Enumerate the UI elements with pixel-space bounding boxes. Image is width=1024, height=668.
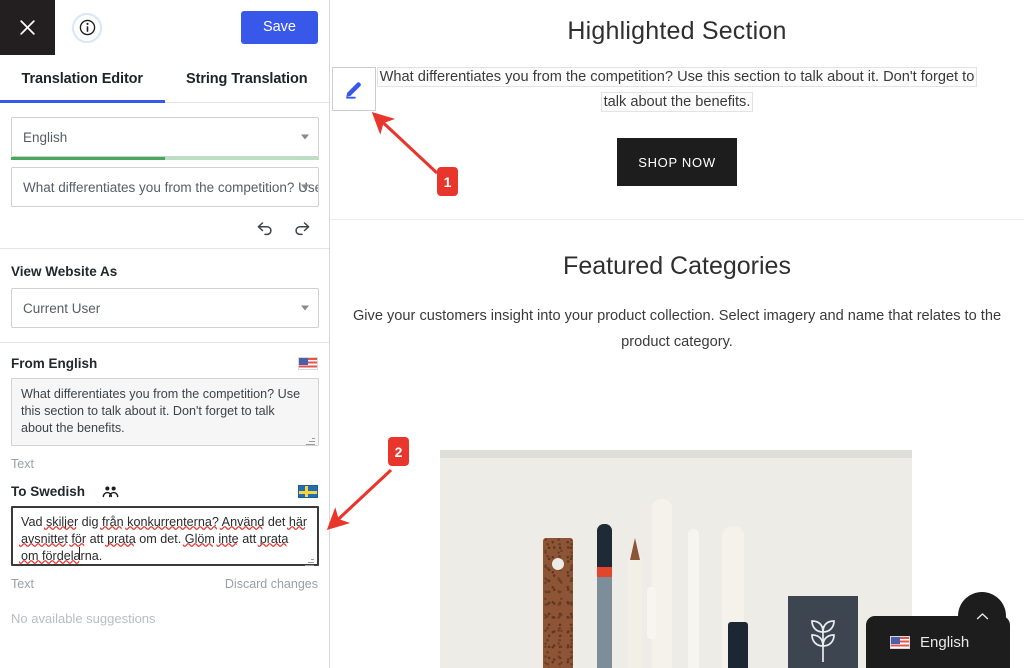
info-button[interactable] xyxy=(72,12,102,43)
source-field-type: Text xyxy=(11,457,34,471)
language-select-wrap: English xyxy=(11,117,319,160)
annotation-badge-2: 2 xyxy=(388,437,409,466)
redo-icon xyxy=(295,222,310,236)
edit-string-button[interactable] xyxy=(332,67,376,111)
photo-pen-white xyxy=(688,529,699,668)
shop-now-button[interactable]: SHOP NOW xyxy=(617,138,737,186)
undo-redo-row xyxy=(0,207,329,249)
tab-translation-editor[interactable]: Translation Editor xyxy=(0,55,165,103)
target-language-label: To Swedish xyxy=(11,484,86,499)
people-icon xyxy=(102,485,119,497)
source-textarea[interactable] xyxy=(11,378,319,446)
highlighted-body-text: What differentiates you from the competi… xyxy=(376,67,978,112)
target-field-type: Text xyxy=(11,577,34,591)
annotation-badge-1: 1 xyxy=(437,167,458,196)
translation-editor-sidebar: Save Translation Editor String Translati… xyxy=(0,0,330,668)
target-textarea[interactable] xyxy=(11,506,319,566)
photo-pen-dark xyxy=(597,524,612,668)
photo-tube-white xyxy=(647,499,672,668)
source-language-label: From English xyxy=(11,356,98,371)
photo-cork-strap xyxy=(543,538,573,668)
translation-editor-screen: Save Translation Editor String Translati… xyxy=(0,0,1024,668)
language-select[interactable]: English xyxy=(11,117,319,157)
sidebar-body: English What differentiates you from the… xyxy=(0,103,329,668)
source-text-wrap xyxy=(0,378,329,451)
selectors-block: English What differentiates you from the… xyxy=(0,103,329,207)
toolbar-middle xyxy=(55,0,241,55)
target-textarea-holder: Vad skiljer dig från konkurrenterna? Anv… xyxy=(11,506,319,571)
language-switcher-label: English xyxy=(920,633,970,651)
view-website-as-select[interactable]: Current User xyxy=(11,288,319,328)
section-divider xyxy=(330,219,1024,220)
photo-pencil xyxy=(628,554,642,668)
target-sub-row: Text Discard changes xyxy=(0,571,329,591)
view-website-as-value: Current User xyxy=(23,300,101,316)
highlighted-title: Highlighted Section xyxy=(567,17,787,45)
info-icon xyxy=(79,19,95,36)
close-button[interactable] xyxy=(0,0,55,55)
photo-brand-card xyxy=(788,596,858,668)
view-website-as-block: View Website As Current User xyxy=(0,249,329,343)
highlighted-body[interactable]: What differentiates you from the competi… xyxy=(376,65,978,115)
chevron-up-icon xyxy=(976,612,988,619)
scroll-to-top-button[interactable] xyxy=(958,592,1006,640)
chevron-down-icon xyxy=(301,184,309,190)
featured-categories-section: Featured Categories Give your customers … xyxy=(330,220,1024,355)
save-button[interactable]: Save xyxy=(240,11,318,44)
target-language-header: To Swedish xyxy=(0,471,329,506)
photo-jar-dark xyxy=(728,622,748,668)
view-website-as-label: View Website As xyxy=(11,264,118,279)
leaf-logo-icon xyxy=(811,620,835,662)
source-sub-row: Text xyxy=(0,451,329,471)
flag-us-icon xyxy=(298,357,318,370)
highlighted-section: Highlighted Section What differentiates … xyxy=(330,0,1024,220)
flag-se-icon xyxy=(298,485,318,498)
source-language-header: From English xyxy=(0,343,329,378)
featured-body: Give your customers insight into your pr… xyxy=(352,308,1002,350)
editor-tabs: Translation Editor String Translation xyxy=(0,55,329,103)
tab-string-translation[interactable]: String Translation xyxy=(165,55,330,102)
redo-button[interactable] xyxy=(292,218,312,238)
close-icon xyxy=(20,20,35,35)
pencil-icon xyxy=(346,82,361,99)
flag-us-icon xyxy=(890,635,910,649)
no-suggestions-text: No available suggestions xyxy=(11,611,156,626)
translation-progress-fill xyxy=(11,157,165,160)
editor-toolbar: Save xyxy=(0,0,329,55)
people-button[interactable] xyxy=(102,485,119,499)
translation-progress-track xyxy=(11,157,319,160)
undo-icon xyxy=(257,222,272,236)
string-select-value: What differentiates you from the competi… xyxy=(23,179,319,195)
string-select[interactable]: What differentiates you from the competi… xyxy=(11,167,319,207)
language-select-value: English xyxy=(23,129,68,145)
chevron-down-icon xyxy=(301,305,309,311)
undo-button[interactable] xyxy=(255,218,275,238)
category-photo xyxy=(440,450,912,668)
website-preview: Highlighted Section What differentiates … xyxy=(330,0,1024,668)
discard-changes-button[interactable]: Discard changes xyxy=(225,577,318,591)
featured-title: Featured Categories xyxy=(563,252,791,280)
chevron-down-icon xyxy=(301,134,309,140)
target-text-wrap: Vad skiljer dig från konkurrenterna? Anv… xyxy=(0,506,329,571)
